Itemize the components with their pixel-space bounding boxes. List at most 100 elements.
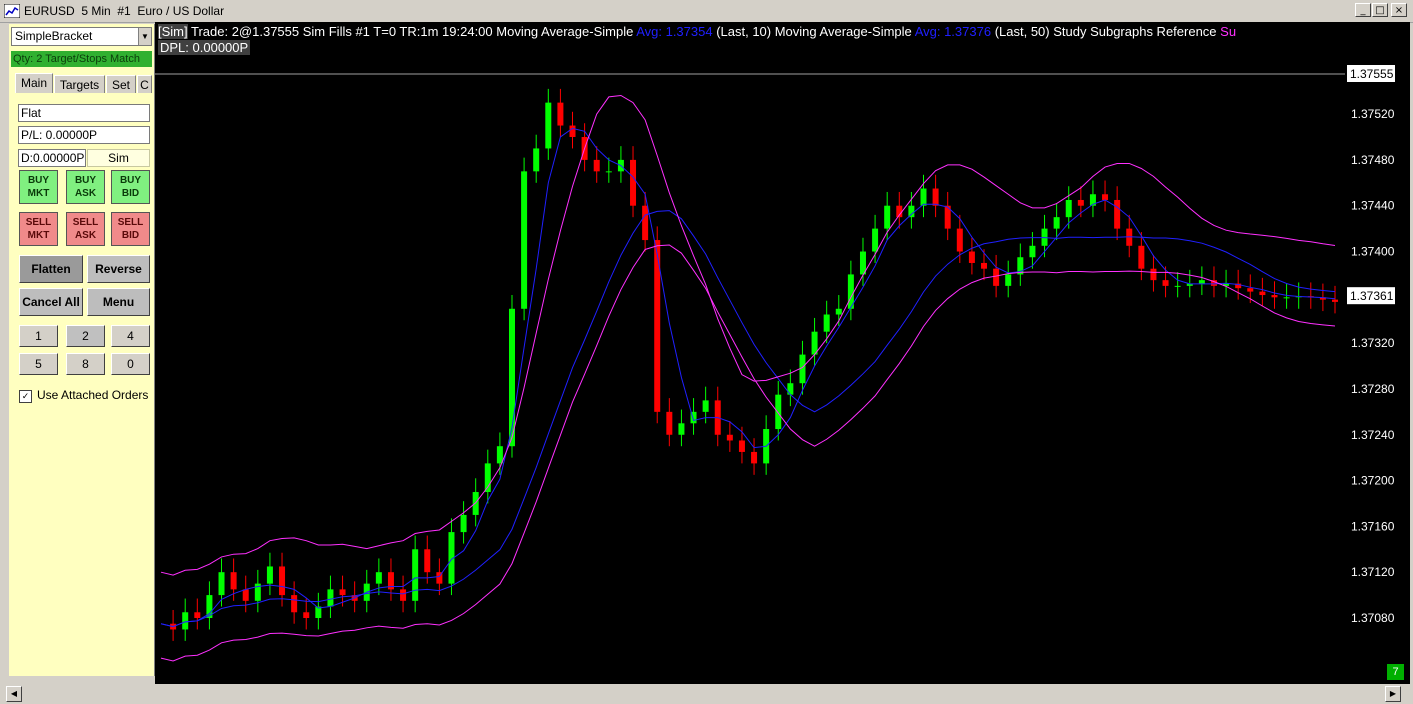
band-lower-line bbox=[160, 244, 1336, 662]
candle-body bbox=[630, 159, 637, 206]
ma2-value: Avg: 1.37376 bbox=[914, 24, 992, 39]
buy-market-button[interactable]: BUY MKT bbox=[19, 170, 58, 204]
band-upper-line bbox=[160, 94, 1336, 576]
qty-status: Qty: 2 Target/Stops Match bbox=[11, 51, 152, 67]
current-price-label: 1.37361 bbox=[1350, 289, 1394, 303]
qty-button-2[interactable]: 2 bbox=[66, 325, 105, 347]
order-type-select[interactable]: SimpleBracket ▼ bbox=[11, 27, 152, 46]
candle-body bbox=[1271, 295, 1278, 298]
sim-tag: [Sim] bbox=[158, 24, 188, 39]
study-value: Su bbox=[1220, 24, 1237, 39]
scroll-right-icon[interactable]: ▶ bbox=[1385, 686, 1401, 702]
candle-body bbox=[1162, 280, 1169, 286]
position-field: Flat bbox=[18, 104, 150, 122]
ma1-value: Avg: 1.37354 bbox=[636, 24, 713, 39]
use-attached-orders-checkbox[interactable]: ✓ bbox=[19, 390, 32, 403]
buy-bid-line2: BID bbox=[121, 188, 140, 199]
price-axis-label: 1.37320 bbox=[1351, 336, 1395, 350]
candle-body bbox=[702, 400, 709, 412]
candle-body bbox=[424, 549, 431, 573]
window-title: EURUSD 5 Min #1 Euro / US Dollar bbox=[24, 4, 225, 18]
sell-ask-button[interactable]: SELL ASK bbox=[66, 212, 105, 246]
chart-header: [Sim] Trade: 2@1.37555 Sim Fills #1 T=0 … bbox=[158, 24, 1236, 39]
buy-bid-line1: BUY bbox=[119, 175, 142, 186]
candle-body bbox=[751, 451, 758, 464]
menu-button[interactable]: Menu bbox=[87, 288, 150, 316]
candle-body bbox=[1053, 217, 1060, 229]
candle-body bbox=[400, 589, 407, 601]
candle-body bbox=[1065, 199, 1072, 218]
price-axis-label: 1.37200 bbox=[1351, 474, 1395, 488]
sell-bid-button[interactable]: SELL BID bbox=[111, 212, 150, 246]
candle-body bbox=[678, 423, 685, 435]
buy-ask-line2: ASK bbox=[74, 188, 97, 199]
reverse-button[interactable]: Reverse bbox=[87, 255, 150, 283]
qty-button-1[interactable]: 1 bbox=[19, 325, 58, 347]
candle-body bbox=[460, 514, 467, 533]
candle-body bbox=[920, 188, 927, 206]
minimize-button[interactable]: _ bbox=[1355, 3, 1371, 17]
buy-bid-button[interactable]: BUY BID bbox=[111, 170, 150, 204]
candle-body bbox=[521, 171, 528, 309]
candle-body bbox=[339, 589, 346, 596]
flatten-button[interactable]: Flatten bbox=[19, 255, 83, 283]
candle-body bbox=[932, 188, 939, 206]
tab-targets[interactable]: Targets bbox=[54, 75, 105, 93]
candle-body bbox=[472, 492, 479, 515]
panel-tabs: Main Targets Set C bbox=[11, 73, 152, 93]
candle-body bbox=[182, 612, 189, 630]
candle-body bbox=[738, 440, 745, 452]
candle-body bbox=[908, 205, 915, 218]
buy-market-line2: MKT bbox=[27, 188, 50, 199]
candle-body bbox=[279, 566, 286, 596]
candle-body bbox=[545, 102, 552, 149]
candle-body bbox=[1174, 285, 1181, 287]
candle-body bbox=[218, 572, 225, 596]
price-axis-label: 1.37080 bbox=[1351, 611, 1395, 625]
candle-body bbox=[291, 595, 298, 613]
close-button[interactable]: × bbox=[1391, 3, 1407, 17]
ma-slow-line bbox=[160, 210, 1336, 628]
cancel-all-button[interactable]: Cancel All bbox=[19, 288, 83, 316]
candle-body bbox=[242, 589, 249, 601]
candle-body bbox=[1102, 194, 1109, 200]
maximize-button[interactable]: □ bbox=[1372, 3, 1388, 17]
candle-body bbox=[1005, 274, 1012, 286]
buy-ask-button[interactable]: BUY ASK bbox=[66, 170, 105, 204]
sell-market-line1: SELL bbox=[25, 217, 52, 228]
scroll-left-icon[interactable]: ◀ bbox=[6, 686, 22, 702]
candle-body bbox=[1247, 288, 1254, 292]
qty-button-4[interactable]: 4 bbox=[111, 325, 150, 347]
chevron-down-icon[interactable]: ▼ bbox=[138, 28, 151, 45]
qty-button-0[interactable]: 0 bbox=[111, 353, 150, 375]
price-axis-label: 1.37280 bbox=[1351, 382, 1395, 396]
candle-body bbox=[823, 314, 830, 332]
candle-body bbox=[1138, 245, 1145, 269]
sell-bid-line2: BID bbox=[121, 230, 140, 241]
qty-button-8[interactable]: 8 bbox=[66, 353, 105, 375]
ma1-params: (Last, 10) Moving Average-Simple bbox=[712, 24, 915, 39]
candle-body bbox=[1029, 245, 1036, 258]
candle-body bbox=[327, 589, 334, 607]
app-icon bbox=[4, 4, 20, 18]
buy-market-line1: BUY bbox=[27, 175, 50, 186]
tab-c[interactable]: C bbox=[137, 75, 152, 93]
daily-pl-field: D:0.00000P bbox=[18, 149, 86, 167]
candle-body bbox=[666, 411, 673, 435]
candle-body bbox=[787, 383, 794, 395]
candle-body bbox=[993, 268, 1000, 286]
sell-bid-line1: SELL bbox=[117, 217, 144, 228]
sell-market-line2: MKT bbox=[27, 230, 50, 241]
candle-body bbox=[872, 228, 879, 252]
candlestick-chart[interactable]: 1.37520 1.37480 1.37440 1.37400 1.37320 1.372… bbox=[155, 22, 1410, 662]
horizontal-scrollbar[interactable]: ◀ ▶ bbox=[0, 684, 1413, 704]
tab-main[interactable]: Main bbox=[15, 73, 53, 93]
sell-ask-line2: ASK bbox=[74, 230, 97, 241]
price-chart[interactable]: 1.37520 1.37480 1.37440 1.37400 1.37320 1.372… bbox=[155, 22, 1410, 684]
use-attached-orders-label: Use Attached Orders bbox=[37, 388, 149, 402]
qty-button-5[interactable]: 5 bbox=[19, 353, 58, 375]
tab-set[interactable]: Set bbox=[106, 75, 136, 93]
candle-body bbox=[375, 572, 382, 584]
candle-body bbox=[884, 205, 891, 229]
sell-market-button[interactable]: SELL MKT bbox=[19, 212, 58, 246]
